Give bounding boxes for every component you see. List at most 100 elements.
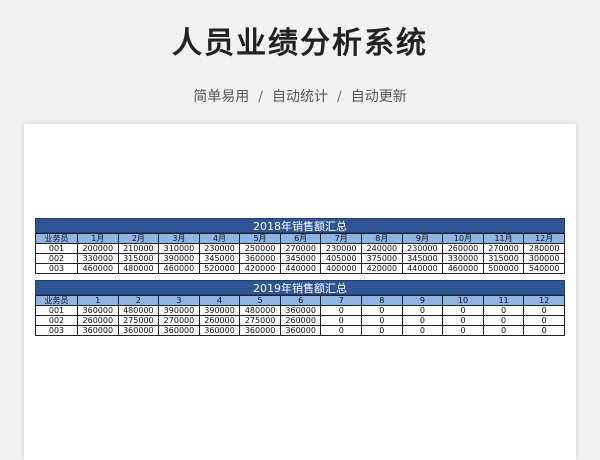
sales-value-cell[interactable]: 360000 (117, 325, 160, 336)
sales-value-cell[interactable]: 330000 (77, 253, 119, 264)
sales-value-cell[interactable]: 230000 (198, 243, 241, 254)
column-header[interactable]: 6 (279, 295, 322, 306)
sales-value-cell[interactable]: 240000 (361, 243, 403, 254)
sales-value-cell[interactable]: 460000 (442, 263, 484, 274)
sales-value-cell[interactable]: 480000 (239, 305, 281, 316)
sales-value-cell[interactable]: 400000 (320, 263, 363, 274)
sales-value-cell[interactable]: 0 (523, 305, 565, 316)
sales-value-cell[interactable]: 270000 (158, 315, 200, 326)
sales-value-cell[interactable]: 360000 (279, 325, 322, 336)
column-header[interactable]: 10 (442, 295, 484, 306)
column-header[interactable]: 业务员 (35, 233, 78, 244)
column-header[interactable]: 5月 (239, 233, 281, 244)
sales-value-cell[interactable]: 260000 (198, 315, 241, 326)
sales-value-cell[interactable]: 0 (482, 325, 525, 336)
column-header[interactable]: 2月 (117, 233, 160, 244)
sales-value-cell[interactable]: 270000 (482, 243, 525, 254)
salesperson-id-cell[interactable]: 003 (35, 325, 78, 336)
sales-value-cell[interactable]: 0 (482, 305, 525, 316)
sales-value-cell[interactable]: 270000 (279, 243, 322, 254)
sales-value-cell[interactable]: 360000 (198, 325, 241, 336)
column-header[interactable]: 7 (320, 295, 363, 306)
column-header[interactable]: 11 (482, 295, 525, 306)
sales-value-cell[interactable]: 0 (320, 315, 363, 326)
sales-value-cell[interactable]: 360000 (77, 325, 119, 336)
sales-value-cell[interactable]: 360000 (239, 253, 281, 264)
sales-value-cell[interactable]: 360000 (77, 305, 119, 316)
salesperson-id-cell[interactable]: 003 (35, 263, 78, 274)
sales-value-cell[interactable]: 0 (401, 325, 444, 336)
sales-value-cell[interactable]: 0 (523, 315, 565, 326)
sales-value-cell[interactable]: 440000 (279, 263, 322, 274)
sales-value-cell[interactable]: 0 (361, 315, 403, 326)
sales-value-cell[interactable]: 345000 (279, 253, 322, 264)
sales-value-cell[interactable]: 390000 (158, 253, 200, 264)
sales-value-cell[interactable]: 230000 (320, 243, 363, 254)
sales-value-cell[interactable]: 260000 (77, 315, 119, 326)
column-header[interactable]: 1 (77, 295, 119, 306)
sales-value-cell[interactable]: 390000 (198, 305, 241, 316)
sales-value-cell[interactable]: 315000 (482, 253, 525, 264)
column-header[interactable]: 2 (117, 295, 160, 306)
sales-value-cell[interactable]: 0 (523, 325, 565, 336)
sales-value-cell[interactable]: 480000 (117, 305, 160, 316)
sales-value-cell[interactable]: 250000 (239, 243, 281, 254)
sales-value-cell[interactable]: 405000 (320, 253, 363, 264)
column-header[interactable]: 12 (523, 295, 565, 306)
column-header[interactable]: 4 (198, 295, 241, 306)
sales-value-cell[interactable]: 0 (442, 325, 484, 336)
sales-value-cell[interactable]: 520000 (198, 263, 241, 274)
sales-value-cell[interactable]: 420000 (239, 263, 281, 274)
column-header[interactable]: 6月 (279, 233, 322, 244)
sales-value-cell[interactable]: 0 (401, 305, 444, 316)
sales-value-cell[interactable]: 300000 (523, 253, 565, 264)
salesperson-id-cell[interactable]: 001 (35, 305, 78, 316)
sales-value-cell[interactable]: 310000 (158, 243, 200, 254)
sales-value-cell[interactable]: 360000 (239, 325, 281, 336)
sales-value-cell[interactable]: 375000 (361, 253, 403, 264)
sales-value-cell[interactable]: 330000 (442, 253, 484, 264)
sales-value-cell[interactable]: 345000 (401, 253, 444, 264)
sales-value-cell[interactable]: 230000 (401, 243, 444, 254)
column-header[interactable]: 业务员 (35, 295, 78, 306)
sales-value-cell[interactable]: 0 (320, 325, 363, 336)
sales-value-cell[interactable]: 440000 (401, 263, 444, 274)
sales-value-cell[interactable]: 200000 (77, 243, 119, 254)
sales-value-cell[interactable]: 280000 (523, 243, 565, 254)
sales-value-cell[interactable]: 345000 (198, 253, 241, 264)
sales-value-cell[interactable]: 360000 (279, 305, 322, 316)
sales-value-cell[interactable]: 480000 (117, 263, 160, 274)
sales-value-cell[interactable]: 500000 (482, 263, 525, 274)
column-header[interactable]: 7月 (320, 233, 363, 244)
salesperson-id-cell[interactable]: 002 (35, 315, 78, 326)
column-header[interactable]: 1月 (77, 233, 119, 244)
sales-value-cell[interactable]: 0 (361, 305, 403, 316)
sales-value-cell[interactable]: 260000 (279, 315, 322, 326)
sales-value-cell[interactable]: 540000 (523, 263, 565, 274)
column-header[interactable]: 3 (158, 295, 200, 306)
sales-value-cell[interactable]: 0 (442, 315, 484, 326)
sales-value-cell[interactable]: 0 (401, 315, 444, 326)
sales-value-cell[interactable]: 275000 (117, 315, 160, 326)
column-header[interactable]: 9月 (401, 233, 444, 244)
sales-value-cell[interactable]: 0 (361, 325, 403, 336)
column-header[interactable]: 9 (401, 295, 444, 306)
sales-value-cell[interactable]: 275000 (239, 315, 281, 326)
column-header[interactable]: 8 (361, 295, 403, 306)
column-header[interactable]: 11月 (482, 233, 525, 244)
column-header[interactable]: 5 (239, 295, 281, 306)
sales-value-cell[interactable]: 210000 (117, 243, 160, 254)
sales-value-cell[interactable]: 260000 (442, 243, 484, 254)
sales-value-cell[interactable]: 315000 (117, 253, 160, 264)
sales-value-cell[interactable]: 360000 (158, 325, 200, 336)
sales-value-cell[interactable]: 460000 (77, 263, 119, 274)
sales-value-cell[interactable]: 0 (442, 305, 484, 316)
column-header[interactable]: 3月 (158, 233, 200, 244)
sales-value-cell[interactable]: 0 (320, 305, 363, 316)
column-header[interactable]: 10月 (442, 233, 484, 244)
sales-value-cell[interactable]: 420000 (361, 263, 403, 274)
column-header[interactable]: 4月 (198, 233, 241, 244)
sales-value-cell[interactable]: 390000 (158, 305, 200, 316)
column-header[interactable]: 12月 (523, 233, 565, 244)
column-header[interactable]: 8月 (361, 233, 403, 244)
